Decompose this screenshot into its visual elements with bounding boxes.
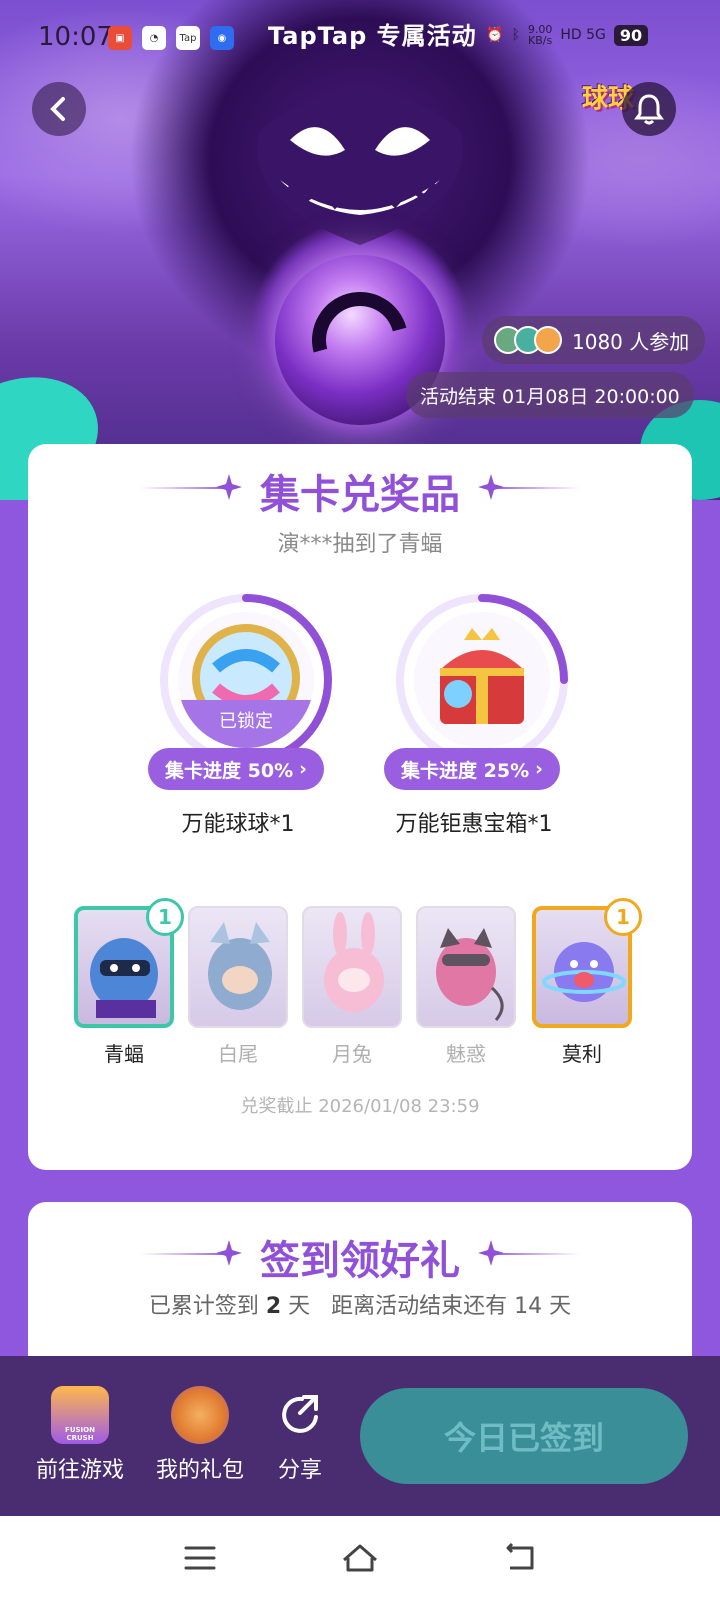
system-navigation-bar <box>0 1516 720 1600</box>
menu-icon[interactable] <box>178 1538 222 1578</box>
collect-progress-button[interactable]: 集卡进度 50% › <box>148 748 324 790</box>
title-divider <box>484 1253 580 1255</box>
app-notification-icon: ▣ <box>108 26 132 50</box>
game-app-icon: FUSION CRUSH <box>51 1386 109 1444</box>
goto-game-label: 前往游戏 <box>35 1458 124 1483</box>
ghost-illustration <box>257 90 463 245</box>
game-icon-text: FUSION CRUSH <box>65 1426 95 1442</box>
character-name: 月兔 <box>332 1042 372 1066</box>
gift-pack-icon <box>171 1386 229 1444</box>
notification-icons: ▣ ◔ Tap ◉ <box>108 26 234 50</box>
card-count-badge: 1 <box>604 898 642 936</box>
character-image <box>416 906 516 1028</box>
bell-icon <box>634 94 664 125</box>
network-speed: 9.00 KB/s <box>527 23 553 47</box>
share-label: 分享 <box>277 1458 322 1483</box>
taptap-notification-icon: Tap <box>176 26 200 50</box>
app-notification-icon: ◔ <box>142 26 166 50</box>
chevron-left-icon <box>50 97 65 121</box>
prize-image: 已锁定 <box>178 612 314 748</box>
chevron-right-icon: › <box>299 758 307 780</box>
share-icon <box>271 1386 329 1444</box>
signin-days: 2 <box>265 1294 282 1319</box>
sparkle-icon <box>216 1240 242 1266</box>
prize-image <box>414 612 550 748</box>
participant-avatars <box>494 326 562 354</box>
character-name: 青蝠 <box>104 1042 144 1066</box>
avatar <box>534 326 562 354</box>
title-divider <box>484 487 580 489</box>
prize-name: 万能球球*1 <box>181 812 295 837</box>
app-notification-icon: ◉ <box>210 26 234 50</box>
status-time: 10:07 <box>38 22 113 52</box>
signin-prefix: 已累计签到 <box>148 1294 259 1319</box>
draw-ticker: 演***抽到了青蝠 <box>277 532 443 557</box>
battery-indicator: 90 <box>613 24 649 46</box>
section-title: 签到领好礼 <box>260 1238 460 1284</box>
card-count-badge: 1 <box>146 898 184 936</box>
hero-banner <box>0 0 720 500</box>
alarm-icon: ⏰ <box>486 27 504 43</box>
participants-pill: 1080 人参加 <box>482 316 706 364</box>
signal-icon: HD 5G <box>560 27 606 43</box>
sparkle-icon <box>216 474 242 500</box>
signed-in-today-button[interactable]: 今日已签到 <box>360 1388 688 1484</box>
back-nav-icon[interactable] <box>498 1538 542 1578</box>
share-button[interactable]: 分享 <box>240 1386 360 1484</box>
character-image <box>188 906 288 1028</box>
activity-banner-title: TapTap 专属活动 <box>268 22 477 50</box>
character-name: 白尾 <box>218 1042 258 1066</box>
bottom-action-bar: FUSION CRUSH 前往游戏 我的礼包 分享 今日已签到 <box>0 1356 720 1516</box>
section-title: 集卡兑奖品 <box>260 472 460 518</box>
collect-cards-panel: 集卡兑奖品 演***抽到了青蝠 已锁定 集卡进度 50% › 万能球球*1 集卡… <box>28 444 692 1170</box>
collect-progress-button[interactable]: 集卡进度 25% › <box>384 748 560 790</box>
activity-end-time: 活动结束 01月08日 20:00:00 <box>406 372 694 418</box>
character-name: 魅惑 <box>446 1042 486 1066</box>
character-name: 莫利 <box>562 1042 602 1066</box>
status-indicators: ⏰ ᛒ 9.00 KB/s HD 5G 90 <box>486 23 649 47</box>
signin-suffix: 天 距离活动结束还有 14 天 <box>288 1294 572 1319</box>
status-bar: 10:07 ▣ ◔ Tap ◉ TapTap 专属活动 ⏰ ᛒ 9.00 KB/… <box>0 0 720 72</box>
redeem-deadline: 兑奖截止 2026/01/08 23:59 <box>240 1096 480 1117</box>
character-image <box>302 906 402 1028</box>
back-button[interactable] <box>32 82 86 136</box>
progress-label: 集卡进度 50% <box>165 759 294 782</box>
chevron-right-icon: › <box>535 758 543 780</box>
treasure-chest-icon <box>440 628 524 724</box>
locked-label: 已锁定 <box>178 700 314 748</box>
signin-status: 已累计签到 2 天 距离活动结束还有 14 天 <box>28 1288 692 1320</box>
collect-section-title-row: 集卡兑奖品 <box>28 462 692 520</box>
participants-count: 1080 人参加 <box>572 329 690 354</box>
prize-name: 万能钜惠宝箱*1 <box>395 812 553 837</box>
notification-bell-button[interactable] <box>622 82 676 136</box>
home-icon[interactable] <box>338 1538 382 1578</box>
goto-game-button[interactable]: FUSION CRUSH 前往游戏 <box>20 1386 140 1484</box>
progress-label: 集卡进度 25% <box>401 759 530 782</box>
signin-section-title-row: 签到领好礼 <box>28 1228 692 1286</box>
bluetooth-icon: ᛒ <box>511 27 520 43</box>
